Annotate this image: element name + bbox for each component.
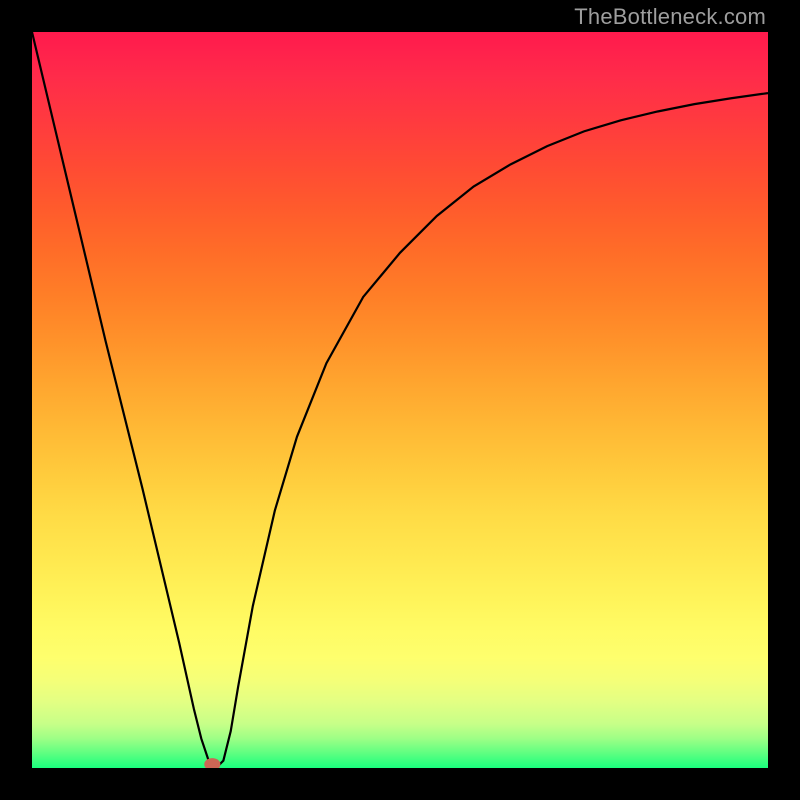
bottleneck-curve	[32, 32, 768, 768]
curve-line	[32, 32, 768, 768]
plot-area	[32, 32, 768, 768]
watermark-text: TheBottleneck.com	[574, 4, 766, 30]
chart-frame: TheBottleneck.com	[0, 0, 800, 800]
min-dot	[204, 758, 220, 768]
